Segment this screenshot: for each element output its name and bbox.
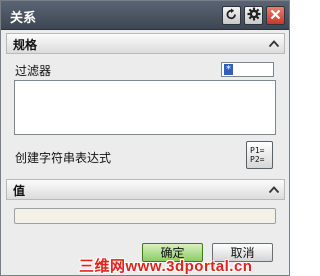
chevron-up-icon bbox=[268, 37, 280, 51]
reset-icon bbox=[225, 8, 238, 24]
create-expression-label: 创建字符串表达式 bbox=[15, 151, 112, 165]
expression-icon: P1= P2= bbox=[250, 146, 265, 164]
spec-collapse-button[interactable] bbox=[266, 36, 281, 51]
settings-button[interactable] bbox=[244, 6, 263, 25]
gear-icon bbox=[247, 7, 261, 24]
value-section-title: 值 bbox=[13, 184, 26, 198]
chevron-up-icon bbox=[268, 183, 280, 197]
close-button[interactable] bbox=[266, 6, 285, 25]
filter-input-value: * bbox=[224, 64, 233, 75]
dialog-title: 关系 bbox=[10, 11, 37, 26]
value-field[interactable] bbox=[14, 208, 276, 224]
value-section-header[interactable]: 值 bbox=[6, 179, 285, 200]
relations-list[interactable] bbox=[14, 80, 276, 135]
spec-section-title: 规格 bbox=[13, 38, 38, 52]
watermark: 三维网www.3dportal.cn bbox=[79, 258, 253, 275]
close-icon bbox=[270, 9, 281, 23]
title-bar[interactable]: 关系 bbox=[1, 1, 289, 30]
reset-button[interactable] bbox=[222, 6, 241, 25]
value-collapse-button[interactable] bbox=[266, 182, 281, 197]
filter-label: 过滤器 bbox=[15, 64, 52, 78]
relations-dialog: 关系 规格 过滤器 * 创建字符串表达式 P1= P2= 值 确定 取消 三维网… bbox=[0, 0, 290, 276]
spec-section-header[interactable]: 规格 bbox=[6, 33, 285, 54]
filter-input[interactable]: * bbox=[221, 62, 274, 77]
create-expression-button[interactable]: P1= P2= bbox=[246, 141, 273, 169]
